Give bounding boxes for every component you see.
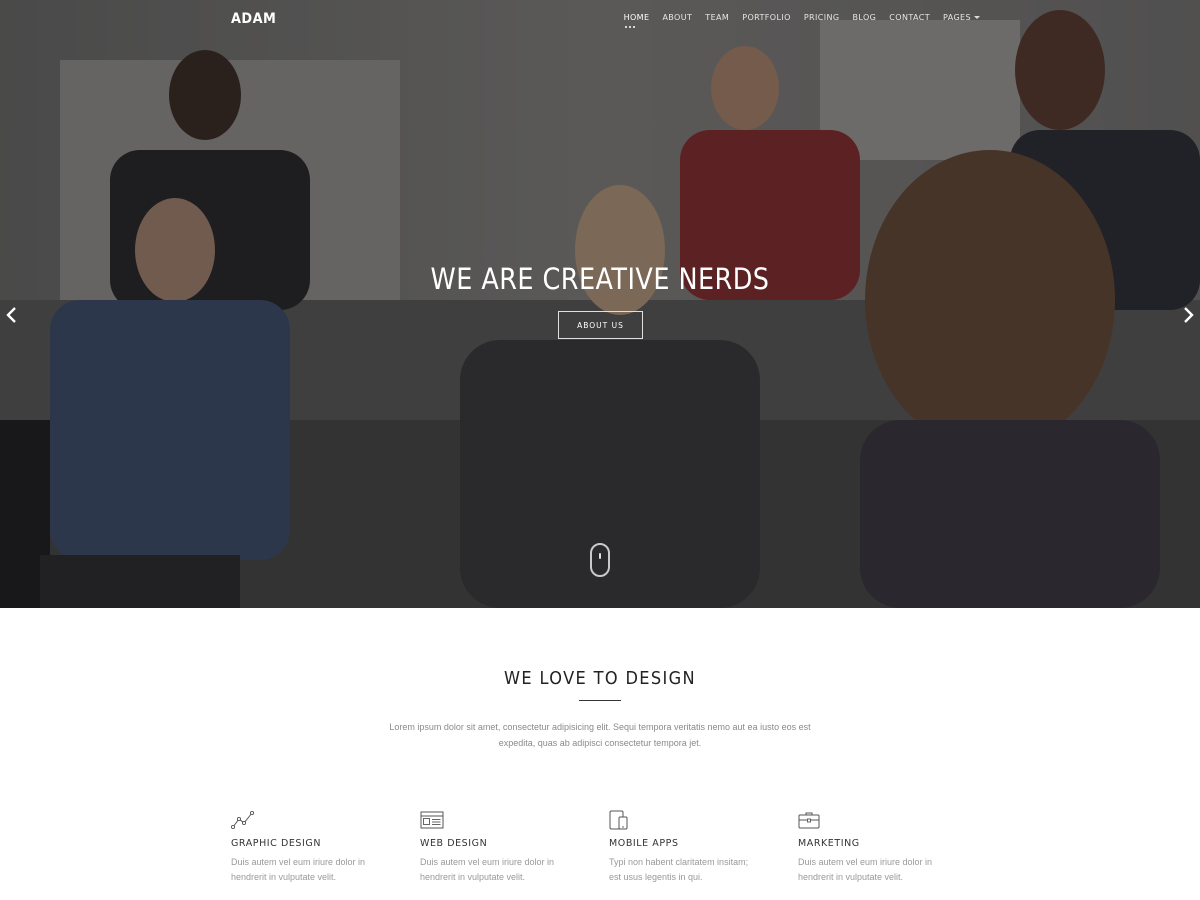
about-us-button[interactable]: ABOUT US (558, 311, 643, 339)
slider-prev-arrow[interactable] (4, 305, 20, 325)
nav-item-about[interactable]: ABOUT (662, 13, 692, 22)
briefcase-icon (798, 810, 822, 830)
service-title: WEB DESIGN (420, 838, 488, 849)
mobile-devices-icon (609, 810, 633, 830)
nav-item-contact[interactable]: CONTACT (889, 13, 930, 22)
hero-overlay (0, 0, 1200, 608)
section-title: WE LOVE TO DESIGN (504, 668, 696, 689)
service-graphic-design: GRAPHIC DESIGN Duis autem vel eum iriure… (230, 810, 401, 885)
service-marketing: MARKETING Duis autem vel eum iriure dolo… (798, 810, 968, 885)
scroll-down-mouse-icon[interactable] (590, 543, 610, 577)
nav-item-home[interactable]: HOME (623, 13, 650, 28)
brand-logo[interactable]: ADAM (231, 11, 276, 27)
service-text: Typi non habent claritatem insitam; est … (609, 857, 749, 882)
line-chart-icon (230, 810, 255, 830)
slider-next-arrow[interactable] (1180, 305, 1196, 325)
nav-item-team[interactable]: TEAM (705, 13, 729, 22)
service-title: MARKETING (798, 838, 860, 849)
service-title: GRAPHIC DESIGN (231, 838, 322, 849)
service-title: MOBILE APPS (609, 838, 679, 849)
nav-item-portfolio[interactable]: PORTFOLIO (742, 13, 791, 22)
chevron-left-icon (6, 307, 16, 323)
nav-item-pages-label: PAGES (943, 13, 971, 22)
nav-item-pages[interactable]: PAGES (943, 13, 980, 22)
hero-slider: ADAM HOME ABOUT TEAM PORTFOLIO PRICING B… (0, 0, 1200, 608)
chevron-right-icon (1184, 307, 1194, 323)
nav-item-pricing[interactable]: PRICING (804, 13, 840, 22)
hero-title: WE ARE CREATIVE NERDS (430, 262, 770, 296)
nav-item-blog[interactable]: BLOG (853, 13, 877, 22)
title-divider (579, 700, 621, 701)
main-nav: HOME ABOUT TEAM PORTFOLIO PRICING BLOG C… (623, 13, 980, 28)
section-description: Lorem ipsum dolor sit amet, consectetur … (389, 722, 811, 748)
caret-down-icon (974, 16, 980, 19)
navbar: ADAM HOME ABOUT TEAM PORTFOLIO PRICING B… (0, 0, 1200, 40)
service-text: Duis autem vel eum iriure dolor in hendr… (798, 857, 933, 882)
service-text: Duis autem vel eum iriure dolor in hendr… (231, 857, 366, 882)
service-text: Duis autem vel eum iriure dolor in hendr… (420, 857, 555, 882)
service-web-design: WEB DESIGN Duis autem vel eum iriure dol… (420, 810, 590, 885)
service-mobile-apps: MOBILE APPS Typi non habent claritatem i… (609, 810, 779, 885)
browser-window-icon (420, 810, 444, 830)
